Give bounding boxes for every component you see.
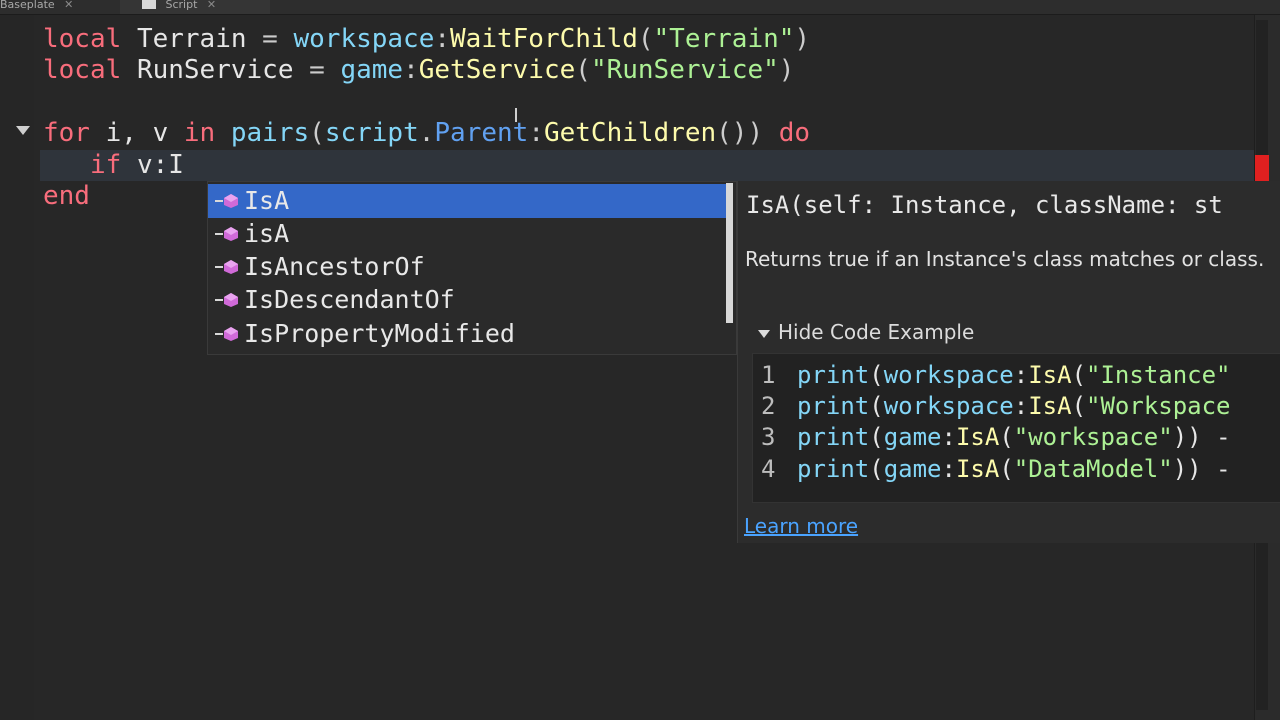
- current-line-highlight: [40, 150, 1254, 181]
- documentation-panel: IsA(self: Instance, className: st Return…: [737, 181, 1280, 543]
- autocomplete-list[interactable]: IsA isA IsAncestorOf IsDescendantOf IsPr…: [207, 181, 737, 355]
- autocomplete-label: IsPropertyModified: [244, 319, 515, 348]
- code-line-6[interactable]: end: [43, 181, 90, 212]
- tab-script[interactable]: Script ✕: [120, 0, 270, 14]
- learn-more-link[interactable]: Learn more: [744, 511, 858, 541]
- method-icon: [215, 293, 238, 307]
- method-description: Returns true if an Instance's class matc…: [745, 247, 1265, 271]
- code-line-5[interactable]: if v:I: [43, 150, 184, 181]
- autocomplete-label: IsDescendantOf: [244, 285, 455, 314]
- example-line: 4 print(game:IsA("DataModel")) -: [761, 455, 1231, 483]
- tab-label: Baseplate: [0, 0, 55, 11]
- autocomplete-label: isA: [244, 219, 290, 248]
- line-gutter: [0, 15, 34, 720]
- close-icon[interactable]: ✕: [64, 0, 73, 11]
- example-line: 2 print(workspace:IsA("Workspace: [761, 392, 1231, 420]
- example-line: 1 print(workspace:IsA("Instance": [761, 361, 1231, 389]
- close-icon[interactable]: ✕: [207, 0, 216, 11]
- code-line-4[interactable]: for i, v in pairs(script.Parent:GetChild…: [43, 118, 810, 149]
- script-icon: [142, 0, 156, 9]
- autocomplete-label: IsA: [244, 186, 290, 215]
- autocomplete-scrollbar[interactable]: [726, 183, 733, 323]
- autocomplete-label: IsAncestorOf: [244, 252, 425, 281]
- autocomplete-item[interactable]: IsA: [208, 184, 728, 218]
- method-icon: [215, 194, 238, 208]
- tab-baseplate[interactable]: Baseplate ✕: [0, 0, 112, 14]
- hide-code-example-toggle[interactable]: Hide Code Example: [758, 317, 974, 347]
- method-icon: [215, 327, 238, 341]
- method-signature: IsA(self: Instance, className: st: [746, 191, 1223, 219]
- method-icon: [215, 260, 238, 274]
- code-line-1[interactable]: local Terrain = workspace:WaitForChild("…: [43, 24, 810, 55]
- code-example: 1 print(workspace:IsA("Instance" 2 print(w…: [752, 353, 1280, 503]
- autocomplete-item[interactable]: IsDescendantOf: [208, 283, 728, 317]
- autocomplete-item[interactable]: IsAncestorOf: [208, 250, 728, 284]
- collapse-arrow-icon: [758, 329, 770, 338]
- tab-label: Script: [165, 0, 198, 11]
- autocomplete-item[interactable]: isA: [208, 217, 728, 251]
- tab-bar: Baseplate ✕ Script ✕: [0, 0, 1280, 15]
- fold-arrow-icon[interactable]: [16, 126, 30, 135]
- autocomplete-item[interactable]: IsPropertyModified: [208, 317, 728, 351]
- code-line-2[interactable]: local RunService = game:GetService("RunS…: [43, 55, 794, 86]
- method-icon: [215, 227, 238, 241]
- example-line: 3 print(game:IsA("workspace")) -: [761, 423, 1231, 451]
- error-marker: [1255, 155, 1269, 181]
